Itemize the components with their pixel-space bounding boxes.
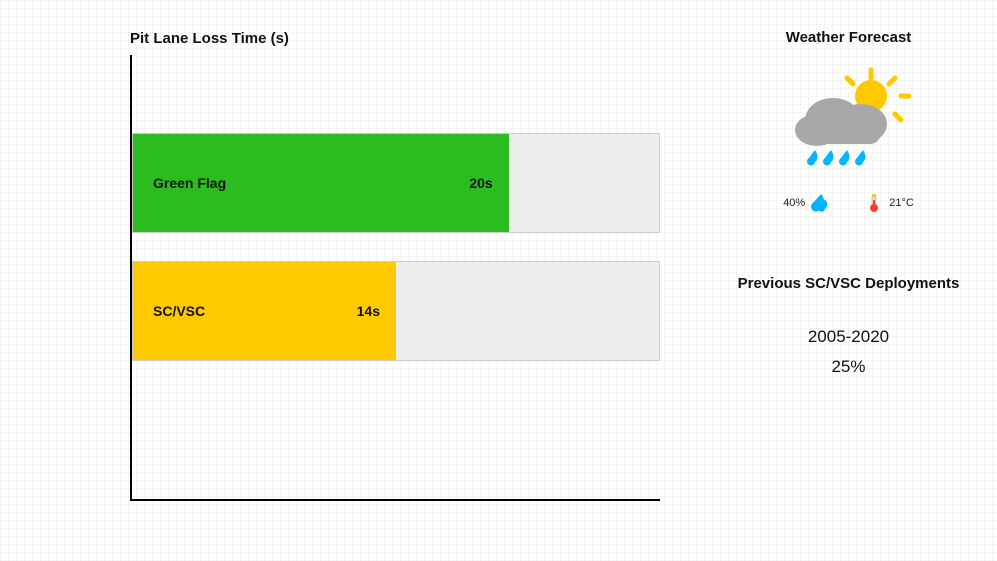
temperature: 21°C	[865, 192, 914, 214]
rain-chance-value: 40%	[783, 197, 805, 209]
bar-green-flag-label: Green Flag	[153, 175, 226, 191]
temperature-value: 21°C	[889, 197, 914, 209]
weather-title: Weather Forecast	[786, 28, 912, 48]
bar-green-flag-fill: Green Flag 20s	[133, 134, 509, 232]
bar-green-flag-value: 20s	[469, 175, 492, 191]
weather-block: 40%	[779, 66, 919, 214]
thermometer-icon	[865, 192, 883, 214]
bar-scvsc: SC/VSC 14s	[132, 261, 660, 361]
weather-icon	[779, 66, 919, 186]
bar-scvsc-fill: SC/VSC 14s	[133, 262, 396, 360]
bar-scvsc-label: SC/VSC	[153, 303, 205, 319]
pit-lane-loss-chart: Pit Lane Loss Time (s) Green Flag 20s SC…	[0, 0, 700, 561]
chart-title: Pit Lane Loss Time (s)	[130, 30, 289, 47]
raindrop-icon	[811, 192, 829, 214]
deployments-title: Previous SC/VSC Deployments	[738, 274, 960, 294]
deployments-block: Previous SC/VSC Deployments 2005-2020 25…	[738, 274, 960, 378]
bars-area: Green Flag 20s SC/VSC 14s	[132, 55, 660, 499]
weather-stats: 40%	[783, 192, 914, 214]
x-axis	[130, 499, 660, 501]
deployments-percent: 25%	[738, 357, 960, 377]
deployments-years: 2005-2020	[738, 327, 960, 347]
rain-chance: 40%	[783, 192, 829, 214]
bar-green-flag: Green Flag 20s	[132, 133, 660, 233]
bar-scvsc-value: 14s	[357, 303, 380, 319]
